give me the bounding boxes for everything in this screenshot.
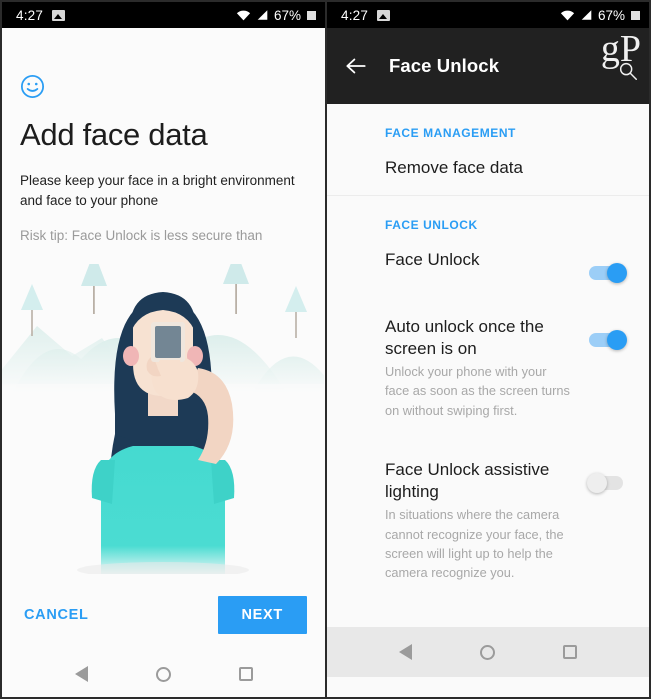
battery-percent: 67%: [597, 7, 625, 23]
add-face-data-page: Add face data Please keep your face in a…: [2, 28, 325, 697]
woman-holding-phone-illustration: [2, 264, 325, 574]
page-title: Add face data: [20, 117, 208, 152]
left-phone-screen: 4:27 67% Add face data Please keep your …: [0, 0, 326, 699]
cell-signal-icon: [581, 10, 592, 20]
system-navbar-left: [2, 649, 325, 697]
toggle-auto-unlock[interactable]: [587, 329, 627, 350]
list-item-auto-unlock[interactable]: Auto unlock once the screen is on Unlock…: [327, 299, 649, 442]
nav-back-triangle-icon[interactable]: [74, 666, 88, 682]
nav-home-circle-icon[interactable]: [480, 644, 495, 660]
toggle-face-unlock[interactable]: [587, 262, 627, 283]
face-icon-wrap: [2, 28, 325, 99]
status-icons: 67%: [560, 8, 640, 23]
battery-icon: [631, 10, 640, 20]
row-title: Auto unlock once the screen is on: [385, 316, 544, 358]
status-bar-left: 4:27 67%: [2, 2, 325, 28]
settings-list: FACE MANAGEMENT Remove face data FACE UN…: [327, 104, 649, 677]
row-title: Face Unlock assistive lighting: [385, 459, 550, 501]
nav-recents-square-icon[interactable]: [238, 667, 253, 681]
watermark-logo: gP: [601, 30, 641, 80]
row-text: Face Unlock: [385, 249, 587, 271]
row-title: Remove face data: [385, 158, 523, 177]
back-arrow-icon[interactable]: [343, 53, 369, 79]
nav-recents-square-icon[interactable]: [563, 645, 577, 659]
section-face-unlock: FACE UNLOCK Face Unlock Auto unlock once…: [327, 194, 649, 605]
action-bar: CANCEL NEXT: [2, 585, 325, 645]
status-time: 4:27: [16, 7, 44, 23]
toggle-thumb: [607, 262, 627, 283]
image-icon: [377, 9, 391, 21]
status-bar-right: 4:27 67%: [327, 2, 649, 28]
list-item-remove-face-data[interactable]: Remove face data: [327, 140, 649, 195]
system-navbar-right: [327, 627, 649, 677]
wifi-icon: [560, 10, 575, 21]
status-icons: 67%: [236, 8, 316, 23]
nav-home-circle-icon[interactable]: [155, 666, 171, 682]
risk-tip-text: Risk tip: Face Unlock is less secure tha…: [20, 228, 263, 244]
toggle-assistive-lighting[interactable]: [587, 472, 627, 493]
toggle-thumb: [587, 472, 607, 493]
status-time: 4:27: [341, 7, 369, 23]
illustration-svg: [2, 264, 324, 574]
section-face-management: FACE MANAGEMENT Remove face data: [327, 104, 649, 195]
page-subtitle: Please keep your face in a bright enviro…: [20, 173, 295, 208]
cell-signal-icon: [257, 10, 268, 20]
app-bar: Face Unlock gP: [327, 28, 649, 104]
wifi-icon: [236, 10, 251, 21]
row-text: Remove face data: [385, 157, 627, 179]
smiley-face-icon: [20, 74, 45, 99]
nav-back-triangle-icon[interactable]: [399, 644, 412, 660]
page-title: Face Unlock: [389, 55, 500, 76]
magnifying-glass-icon: [619, 62, 637, 80]
dual-phone-screenshot: 4:27 67% Add face data Please keep your …: [0, 0, 651, 699]
toggle-thumb: [607, 329, 627, 350]
next-button[interactable]: NEXT: [217, 596, 307, 634]
row-title: Face Unlock: [385, 249, 480, 269]
battery-icon: [307, 10, 316, 20]
list-item-face-unlock[interactable]: Face Unlock: [327, 232, 649, 299]
image-icon: [52, 9, 66, 21]
section-header: FACE UNLOCK: [385, 217, 478, 232]
row-description: Unlock your phone with your face as soon…: [385, 364, 570, 418]
section-header: FACE MANAGEMENT: [385, 126, 516, 140]
right-phone-screen: 4:27 67% Face Unlock gP FACE MANAGEMENT …: [326, 0, 651, 699]
list-item-assistive-lighting[interactable]: Face Unlock assistive lighting In situat…: [327, 442, 649, 604]
battery-percent: 67%: [273, 7, 301, 23]
row-text: Auto unlock once the screen is on Unlock…: [385, 316, 587, 420]
row-text: Face Unlock assistive lighting In situat…: [385, 459, 587, 582]
row-description: In situations where the camera cannot re…: [385, 507, 564, 580]
cancel-button[interactable]: CANCEL: [20, 599, 93, 631]
